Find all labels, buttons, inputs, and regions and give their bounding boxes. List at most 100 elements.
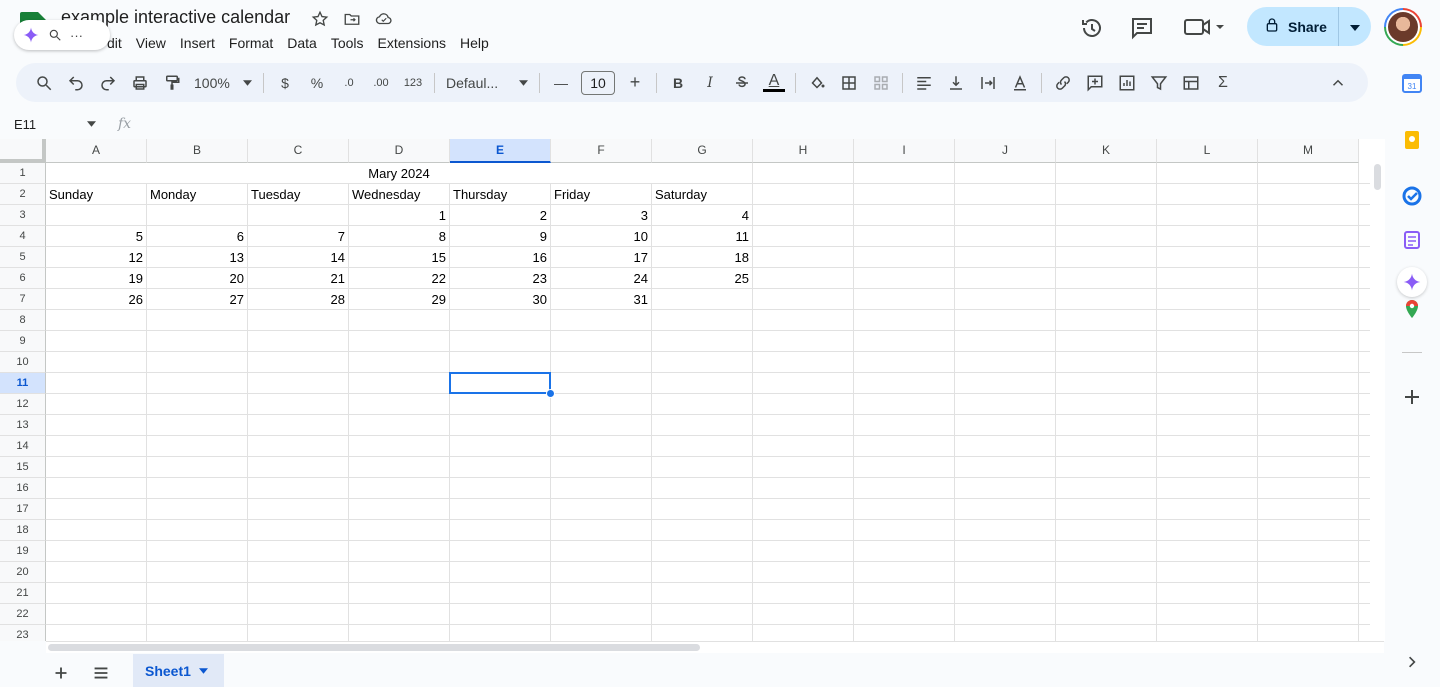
cell[interactable]: Wednesday — [349, 184, 449, 204]
active-cell-selection[interactable] — [449, 372, 551, 394]
cell[interactable]: 14 — [248, 247, 348, 267]
cell[interactable]: 3 — [551, 205, 651, 225]
cell[interactable]: Thursday — [450, 184, 550, 204]
cell[interactable]: 25 — [652, 268, 752, 288]
undo-icon[interactable] — [62, 69, 90, 97]
caret-down-icon[interactable] — [198, 667, 208, 674]
bold-button[interactable]: B — [664, 69, 692, 97]
cell[interactable]: 24 — [551, 268, 651, 288]
row-header[interactable]: 11 — [0, 373, 46, 394]
collapse-toolbar-icon[interactable] — [1324, 69, 1352, 97]
row-header[interactable]: 8 — [0, 310, 46, 331]
month-title-cell[interactable]: Mary 2024 — [46, 163, 752, 183]
spreadsheet-grid[interactable]: A B C D E F G H I J K L M 1 2 3 4 5 6 7 8 9 10 11 12 13 14 15 16 17 18… — [0, 139, 1385, 641]
row-header[interactable]: 18 — [0, 520, 46, 541]
row-header[interactable]: 20 — [0, 562, 46, 583]
row-header[interactable]: 2 — [0, 184, 46, 205]
menu-view[interactable]: View — [129, 32, 173, 54]
search-icon[interactable] — [48, 28, 62, 42]
keep-icon[interactable] — [1402, 130, 1422, 150]
comments-icon[interactable] — [1130, 16, 1154, 40]
cell[interactable]: 22 — [349, 268, 449, 288]
column-header[interactable]: F — [551, 139, 652, 163]
row-header[interactable]: 10 — [0, 352, 46, 373]
insert-comment-icon[interactable] — [1081, 69, 1109, 97]
horizontal-scrollbar[interactable] — [46, 641, 1384, 653]
row-header[interactable]: 9 — [0, 331, 46, 352]
user-avatar[interactable] — [1384, 8, 1422, 46]
currency-format-button[interactable]: $ — [271, 69, 299, 97]
row-header[interactable]: 1 — [0, 163, 46, 184]
cell[interactable]: 5 — [46, 226, 146, 246]
gemini-icon[interactable] — [1397, 267, 1427, 297]
cell[interactable]: 4 — [652, 205, 752, 225]
percent-format-button[interactable]: % — [303, 69, 331, 97]
menu-data[interactable]: Data — [280, 32, 324, 54]
cell[interactable]: Friday — [551, 184, 651, 204]
borders-icon[interactable] — [835, 69, 863, 97]
row-header[interactable]: 13 — [0, 415, 46, 436]
row-header[interactable]: 5 — [0, 247, 46, 268]
cell[interactable]: 21 — [248, 268, 348, 288]
cell[interactable]: 17 — [551, 247, 651, 267]
cell[interactable] — [652, 289, 752, 309]
cell[interactable] — [248, 205, 348, 225]
cell[interactable] — [147, 205, 247, 225]
star-icon[interactable] — [310, 9, 330, 29]
row-header[interactable]: 15 — [0, 457, 46, 478]
vertical-scroll-thumb[interactable] — [1374, 164, 1381, 190]
text-rotation-icon[interactable] — [1006, 69, 1034, 97]
row-header[interactable]: 21 — [0, 583, 46, 604]
cell[interactable]: 28 — [248, 289, 348, 309]
move-folder-icon[interactable] — [342, 9, 362, 29]
cell[interactable]: 18 — [652, 247, 752, 267]
cell[interactable]: 29 — [349, 289, 449, 309]
filter-icon[interactable] — [1145, 69, 1173, 97]
column-header[interactable]: H — [753, 139, 854, 163]
row-header[interactable]: 22 — [0, 604, 46, 625]
cell[interactable]: 26 — [46, 289, 146, 309]
select-all-corner[interactable] — [0, 139, 46, 163]
menu-tools[interactable]: Tools — [324, 32, 371, 54]
version-history-icon[interactable] — [1080, 16, 1104, 40]
decrease-font-size-button[interactable]: — — [547, 69, 575, 97]
text-wrapping-icon[interactable] — [974, 69, 1002, 97]
forms-icon[interactable] — [1402, 230, 1422, 250]
expand-panel-icon[interactable] — [1402, 652, 1422, 672]
increase-font-size-button[interactable]: + — [621, 69, 649, 97]
column-header[interactable]: L — [1157, 139, 1258, 163]
column-header[interactable]: D — [349, 139, 450, 163]
more-formats-button[interactable]: 123 — [399, 69, 427, 97]
add-addon-icon[interactable] — [1402, 387, 1422, 407]
zoom-select[interactable]: 100% — [190, 69, 256, 97]
tasks-icon[interactable] — [1402, 186, 1422, 206]
fill-color-icon[interactable] — [803, 69, 831, 97]
font-size-input[interactable]: 10 — [581, 70, 615, 95]
column-header[interactable]: B — [147, 139, 248, 163]
cell[interactable]: 7 — [248, 226, 348, 246]
insert-chart-icon[interactable] — [1113, 69, 1141, 97]
cell[interactable]: Monday — [147, 184, 247, 204]
cell[interactable]: 10 — [551, 226, 651, 246]
decrease-decimal-button[interactable]: .0 — [335, 69, 363, 97]
cell[interactable]: 2 — [450, 205, 550, 225]
meet-call-icon[interactable] — [1184, 15, 1228, 39]
cell[interactable] — [46, 205, 146, 225]
cell[interactable]: 31 — [551, 289, 651, 309]
cell[interactable]: Saturday — [652, 184, 752, 204]
more-options-icon[interactable]: ··· — [70, 28, 83, 43]
column-header[interactable]: I — [854, 139, 955, 163]
horizontal-scroll-thumb[interactable] — [48, 644, 700, 651]
cell[interactable]: 15 — [349, 247, 449, 267]
vertical-scrollbar[interactable] — [1370, 162, 1384, 640]
text-color-button[interactable]: A — [760, 69, 788, 97]
cell[interactable]: 6 — [147, 226, 247, 246]
column-header[interactable]: A — [46, 139, 147, 163]
increase-decimal-button[interactable]: .00 — [367, 69, 395, 97]
insert-link-icon[interactable] — [1049, 69, 1077, 97]
row-header[interactable]: 23 — [0, 625, 46, 641]
horizontal-align-icon[interactable] — [910, 69, 938, 97]
search-menus-icon[interactable] — [30, 69, 58, 97]
menu-insert[interactable]: Insert — [173, 32, 222, 54]
cell[interactable]: 23 — [450, 268, 550, 288]
